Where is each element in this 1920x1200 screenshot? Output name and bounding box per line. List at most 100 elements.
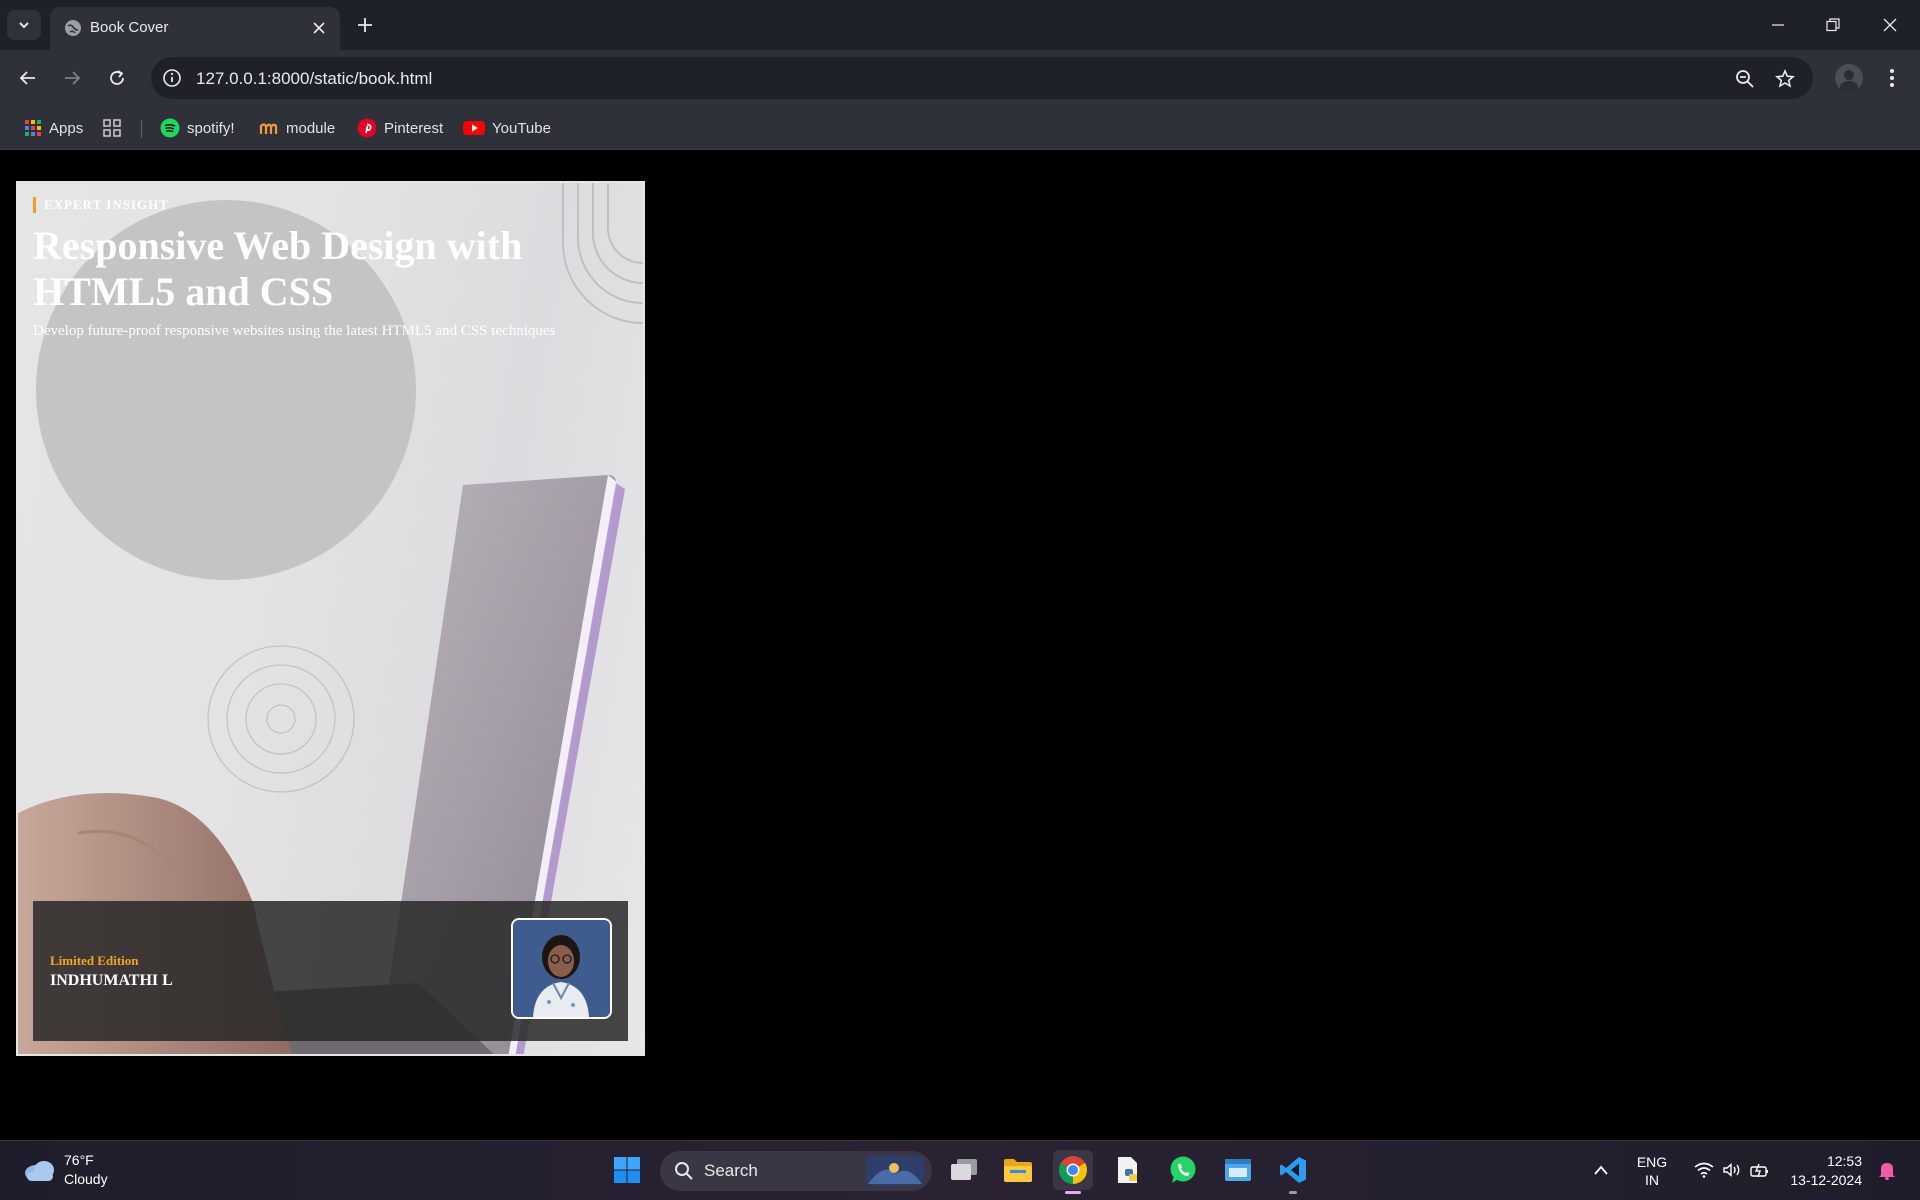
task-view-icon (951, 1159, 977, 1180)
weather-widget[interactable]: 76°F Cloudy (22, 1151, 108, 1189)
show-hidden-icons-button[interactable] (1583, 1150, 1619, 1190)
expert-insight-badge: EXPERT INSIGHT (33, 197, 169, 213)
arrow-right-icon (65, 71, 81, 85)
restore-icon (1826, 18, 1840, 32)
close-window-button[interactable] (1876, 12, 1904, 38)
book-cover: EXPERT INSIGHT Responsive Web Design wit… (16, 181, 645, 1056)
tab-groups-icon (103, 119, 121, 137)
clock-time: 12:53 (1826, 1153, 1862, 1169)
pinterest-icon (357, 118, 377, 138)
search-label: Search (704, 1161, 758, 1180)
open-app-indicator (1289, 1191, 1297, 1194)
system-clock[interactable]: 12:53 13-12-2024 (1782, 1152, 1862, 1190)
vscode-button[interactable] (1273, 1150, 1313, 1194)
info-icon[interactable] (161, 67, 183, 89)
back-button[interactable] (14, 64, 42, 92)
book-subtitle: Develop future-proof responsive websites… (33, 323, 556, 339)
keyboard-window-icon (1225, 1159, 1251, 1181)
url-text[interactable]: 127.0.0.1:8000/static/book.html (196, 69, 432, 89)
module-icon (259, 123, 278, 134)
bookmark-star-button[interactable] (1772, 66, 1798, 92)
star-icon (1775, 69, 1795, 88)
language-code: ENG (1636, 1154, 1668, 1170)
arrow-left-icon (19, 71, 35, 85)
bookmark-spotify[interactable]: spotify! (160, 116, 235, 140)
battery-charging-icon (1750, 1163, 1768, 1178)
search-icon (675, 1162, 693, 1180)
globe-icon (65, 20, 81, 36)
youtube-icon (463, 121, 485, 135)
python-editor-button[interactable] (1108, 1150, 1148, 1190)
tab-search-button[interactable] (7, 10, 41, 40)
concentric-rings-decoration (207, 645, 355, 793)
windows-logo-icon (614, 1157, 640, 1183)
folder-icon (1004, 1159, 1032, 1182)
minimize-button[interactable] (1764, 12, 1792, 38)
active-app-indicator (1065, 1191, 1081, 1194)
edition-label: Limited Edition (50, 953, 139, 968)
windows-taskbar: 76°F Cloudy Search ENG IN 12:53 13-12-20… (0, 1140, 1920, 1200)
spotify-icon (160, 118, 180, 138)
reload-icon (110, 70, 124, 85)
task-view-button[interactable] (944, 1150, 984, 1190)
bookmark-module[interactable]: module (259, 116, 335, 140)
close-tab-button[interactable] (308, 17, 330, 39)
bookmark-label: Pinterest (384, 119, 444, 137)
weather-condition: Cloudy (64, 1171, 108, 1187)
author-photo (511, 918, 612, 1019)
bookmark-apps[interactable]: Apps (24, 116, 83, 140)
keyboard-app-button[interactable] (1218, 1150, 1258, 1190)
python-file-icon (1118, 1157, 1137, 1183)
start-button[interactable] (607, 1150, 647, 1190)
author-portrait-image (513, 920, 610, 1017)
bookmark-pinterest[interactable]: Pinterest (357, 116, 443, 140)
tab-title: Book Cover (90, 19, 169, 36)
bookmark-label: Apps (49, 119, 84, 137)
reload-button[interactable] (103, 64, 131, 92)
clock-date: 13-12-2024 (1790, 1172, 1862, 1188)
more-vertical-icon (1890, 69, 1894, 87)
profile-avatar[interactable] (1835, 64, 1863, 92)
whatsapp-icon (1170, 1156, 1196, 1183)
bookmark-separator (141, 120, 142, 138)
browser-toolbar: 127.0.0.1:8000/static/book.html (0, 50, 1920, 106)
zoom-button[interactable] (1732, 66, 1758, 92)
minimize-icon (1772, 24, 1784, 26)
cloud-icon (25, 1161, 54, 1181)
new-tab-button[interactable] (352, 12, 378, 38)
search-highlight-icon (866, 1156, 924, 1186)
system-tray-status[interactable] (1684, 1150, 1780, 1190)
book-title: Responsive Web Design with HTML5 and CSS (33, 223, 523, 314)
bookmark-label: module (286, 119, 336, 137)
weather-text: 76°F Cloudy (64, 1151, 108, 1189)
whatsapp-button[interactable] (1163, 1150, 1203, 1190)
vscode-icon (1280, 1157, 1306, 1183)
browser-titlebar: Book Cover (0, 0, 1920, 50)
browser-menu-button[interactable] (1880, 64, 1904, 92)
bell-icon (1879, 1163, 1895, 1180)
close-icon (313, 22, 325, 34)
notifications-button[interactable] (1872, 1150, 1902, 1190)
bookmark-label: YouTube (492, 119, 551, 137)
author-panel: Limited Edition INDHUMATHI L (33, 901, 628, 1041)
avatar-icon (1835, 64, 1863, 92)
address-bar[interactable]: 127.0.0.1:8000/static/book.html (151, 57, 1813, 99)
volume-icon (1723, 1162, 1740, 1178)
restore-button[interactable] (1819, 12, 1847, 38)
bookmark-label: spotify! (187, 119, 235, 137)
plus-icon (358, 18, 372, 32)
tab-book-cover[interactable]: Book Cover (50, 7, 340, 50)
chevron-up-icon (1594, 1165, 1608, 1175)
wifi-icon (1694, 1162, 1714, 1178)
language-indicator[interactable]: ENG IN (1630, 1153, 1674, 1189)
forward-button[interactable] (58, 64, 86, 92)
apps-grid-icon (25, 120, 41, 136)
weather-temp: 76°F (64, 1152, 94, 1168)
bookmark-youtube[interactable]: YouTube (463, 116, 551, 140)
chrome-taskbar-button[interactable] (1053, 1150, 1093, 1194)
author-name: INDHUMATHI L (50, 972, 173, 989)
bookmark-tab-groups[interactable] (102, 116, 122, 140)
file-explorer-button[interactable] (998, 1150, 1038, 1190)
taskbar-search[interactable]: Search (660, 1151, 932, 1191)
chevron-down-icon (19, 22, 29, 29)
